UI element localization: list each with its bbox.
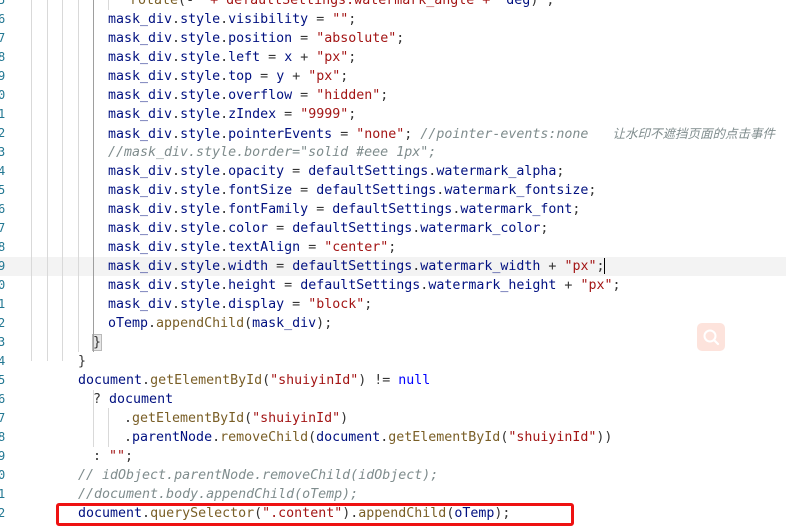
code-text: mask_div.style.visibility = "";: [108, 12, 357, 27]
line-number: 7: [0, 31, 6, 45]
code-line[interactable]: 2 mask_div.style.pointerEvents = "none"; …: [0, 124, 786, 143]
code-line[interactable]: 1 mask_div.style.zIndex = "9999";: [0, 105, 786, 124]
code-line[interactable]: 6 ? document: [0, 390, 786, 409]
line-number: 1: [0, 297, 6, 311]
code-line[interactable]: 5 rotate(-" + defaultSettings.watermark_a…: [0, 0, 786, 10]
line-number: 7: [0, 221, 6, 235]
search-button[interactable]: [697, 323, 725, 351]
line-number: 6: [0, 12, 6, 26]
code-line[interactable]: 8 mask_div.style.textAlign = "center";: [0, 238, 786, 257]
code-text: mask_div.style.zIndex = "9999";: [108, 107, 357, 122]
code-line[interactable]: 0 mask_div.style.height = defaultSettings…: [0, 276, 786, 295]
code-line[interactable]: 7 mask_div.style.position = "absolute";: [0, 29, 786, 48]
indent-guide: [31, 0, 32, 361]
code-text: mask_div.style.top = y + "px";: [108, 69, 349, 84]
line-number: 3: [0, 145, 6, 159]
code-text: mask_div.style.width = defaultSettings.w…: [108, 258, 606, 274]
code-line[interactable]: 7 .getElementById("shuiyinId"): [0, 409, 786, 428]
indent-guide: [108, 408, 109, 447]
code-line[interactable]: 1 //document.body.appendChild(oTemp);: [0, 485, 786, 504]
code-text: mask_div.style.textAlign = "center";: [108, 240, 397, 255]
line-number: 9: [0, 69, 6, 83]
code-editor[interactable]: 5 rotate(-" + defaultSettings.watermark_a…: [0, 0, 786, 531]
line-number: 9: [0, 449, 6, 463]
line-number: 2: [0, 316, 6, 330]
code-text: mask_div.style.position = "absolute";: [108, 31, 405, 46]
indent-guide: [62, 0, 63, 361]
line-number: 8: [0, 240, 6, 254]
line-number: 2: [0, 506, 6, 520]
code-text: rotate(-" + defaultSettings.watermark_an…: [130, 0, 555, 8]
code-line[interactable]: 7 mask_div.style.color = defaultSettings.…: [0, 219, 786, 238]
line-number: 7: [0, 411, 6, 425]
line-number: 8: [0, 430, 6, 444]
code-text: }: [78, 354, 87, 369]
code-line[interactable]: 8 .parentNode.removeChild(document.getEle…: [0, 428, 786, 447]
code-line[interactable]: 1 mask_div.style.display = "block";: [0, 295, 786, 314]
code-text: mask_div.style.display = "block";: [108, 297, 373, 312]
line-number: 3: [0, 335, 6, 349]
text-cursor: [604, 258, 606, 274]
code-line[interactable]: 4 mask_div.style.opacity = defaultSetting…: [0, 162, 786, 181]
line-number: 5: [0, 373, 6, 387]
code-text: mask_div.style.pointerEvents = "none"; /…: [108, 126, 775, 142]
line-number: 2: [0, 126, 6, 140]
code-line[interactable]: 9 mask_div.style.width = defaultSettings.…: [0, 257, 786, 276]
line-number: 0: [0, 468, 6, 482]
line-number: 4: [0, 164, 6, 178]
code-text: //document.body.appendChild(oTemp);: [78, 487, 359, 502]
line-number: 1: [0, 107, 6, 121]
code-line[interactable]: 9 mask_div.style.top = y + "px";: [0, 67, 786, 86]
code-line[interactable]: 4}: [0, 352, 786, 371]
line-number: 4: [0, 354, 6, 368]
indent-guide: [108, 0, 109, 10]
code-text: mask_div.style.height = defaultSettings.…: [108, 278, 621, 293]
code-text: .parentNode.removeChild(document.getElem…: [124, 430, 613, 445]
code-line[interactable]: 6 mask_div.style.visibility = "";: [0, 10, 786, 29]
code-text: }: [91, 334, 103, 351]
code-line[interactable]: 3}: [0, 333, 786, 352]
line-number: 0: [0, 88, 6, 102]
line-number: 6: [0, 202, 6, 216]
line-number: 1: [0, 487, 6, 501]
indent-guide: [78, 0, 79, 352]
code-text: : "";: [93, 449, 134, 464]
indent-guide: [47, 0, 48, 361]
code-line[interactable]: 0 // idObject.parentNode.removeChild(idOb…: [0, 466, 786, 485]
line-number: 8: [0, 50, 6, 64]
line-number: 6: [0, 392, 6, 406]
code-text: //mask_div.style.border="solid #eee 1px"…: [108, 145, 437, 160]
code-text: mask_div.style.fontSize = defaultSetting…: [108, 183, 597, 198]
indent-guide: [93, 390, 94, 447]
line-number: 0: [0, 278, 6, 292]
code-text: mask_div.style.opacity = defaultSettings…: [108, 164, 565, 179]
line-number: 5: [0, 183, 6, 197]
code-text: oTemp.appendChild(mask_div);: [108, 316, 333, 331]
code-line[interactable]: 9 : "";: [0, 447, 786, 466]
code-text: // idObject.parentNode.removeChild(idObj…: [78, 468, 439, 483]
line-number: 9: [0, 259, 6, 273]
code-text: document.getElementById("shuiyinId") != …: [78, 373, 431, 388]
code-text: mask_div.style.overflow = "hidden";: [108, 88, 389, 103]
code-line[interactable]: 6 mask_div.style.fontFamily = defaultSett…: [0, 200, 786, 219]
code-text: mask_div.style.color = defaultSettings.w…: [108, 221, 549, 236]
code-text: mask_div.style.left = x + "px";: [108, 50, 357, 65]
code-line[interactable]: 5 mask_div.style.fontSize = defaultSettin…: [0, 181, 786, 200]
code-line[interactable]: 0 mask_div.style.overflow = "hidden";: [0, 86, 786, 105]
annotation-highlight-box: [56, 503, 574, 526]
code-text: .getElementById("shuiyinId"): [124, 411, 349, 426]
indent-guide: [93, 0, 94, 352]
code-line[interactable]: 8 mask_div.style.left = x + "px";: [0, 48, 786, 67]
code-line[interactable]: 5 document.getElementById("shuiyinId") !=…: [0, 371, 786, 390]
code-text: ? document: [93, 392, 174, 407]
line-number: 5: [0, 0, 6, 7]
code-text: mask_div.style.fontFamily = defaultSetti…: [108, 202, 581, 217]
code-line[interactable]: 2 oTemp.appendChild(mask_div);: [0, 314, 786, 333]
code-line[interactable]: 3 //mask_div.style.border="solid #eee 1px…: [0, 143, 786, 162]
